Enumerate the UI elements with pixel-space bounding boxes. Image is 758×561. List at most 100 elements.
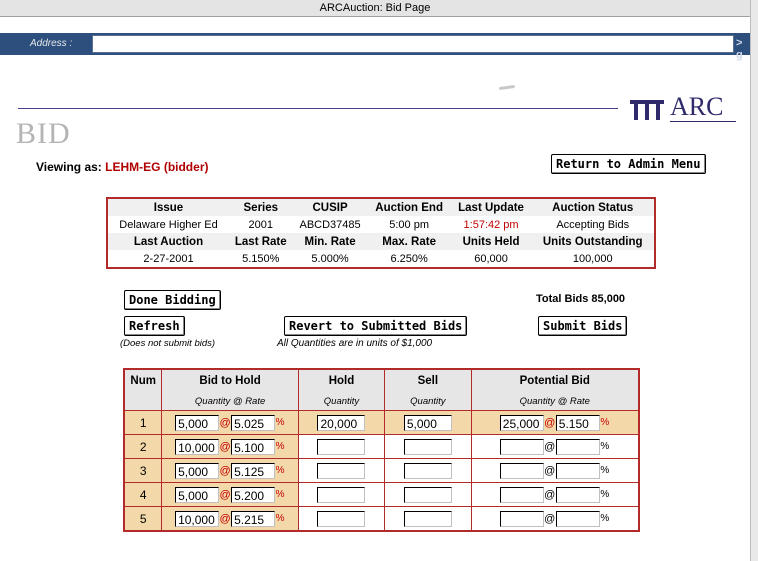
done-bidding-button[interactable]: Done Bidding	[124, 290, 221, 310]
address-input[interactable]	[92, 35, 734, 53]
viewing-user: LEHM-EG (bidder)	[105, 160, 209, 174]
hold-cell	[298, 482, 386, 507]
info-header: CUSIP	[292, 198, 368, 216]
info-header: Last Update	[450, 198, 532, 216]
potential-rate-input[interactable]	[555, 438, 600, 455]
at-sign: @	[544, 440, 556, 453]
bid-table-header: Num Bid to Hold Hold Sell Potential Bid	[124, 369, 640, 392]
at-sign: @	[544, 488, 556, 501]
bid-row: 3 5,000 @5.125% @%	[124, 458, 639, 483]
potential-rate-input[interactable]	[555, 510, 600, 527]
page-title: BID	[16, 117, 71, 150]
potential-quantity-input[interactable]	[499, 438, 544, 455]
col-num-header: Num	[124, 369, 163, 392]
hold-quantity-input[interactable]: 20,000	[317, 414, 366, 431]
hold-quantity-input[interactable]	[317, 486, 366, 503]
bid-rate-input[interactable]: 5.025	[231, 414, 276, 431]
hold-quantity-input[interactable]	[317, 462, 366, 479]
potential-rate-input[interactable]: 5.150	[555, 414, 600, 431]
potential-quantity-input[interactable]	[499, 486, 544, 503]
info-value: Accepting Bids	[531, 216, 655, 233]
info-header: Units Held	[450, 233, 532, 250]
hold-quantity-input[interactable]	[317, 510, 366, 527]
row-num: 2	[124, 434, 163, 459]
bid-quantity-input[interactable]: 10,000	[175, 438, 220, 455]
info-header-row: Last Auction Last Rate Min. Rate Max. Ra…	[107, 233, 655, 250]
header-rule	[18, 108, 618, 109]
bid-quantity-input[interactable]: 5,000	[175, 414, 220, 431]
sell-quantity-input[interactable]: 5,000	[403, 414, 452, 431]
go-button[interactable]: > g	[736, 37, 750, 61]
at-sign: @	[544, 512, 556, 525]
bid-cell: 5,000 @5.200%	[161, 482, 299, 507]
info-value: 2-27-2001	[107, 250, 230, 268]
info-header-row: Issue Series CUSIP Auction End Last Upda…	[107, 198, 655, 216]
hold-cell	[298, 434, 386, 459]
potential-rate-input[interactable]	[555, 462, 600, 479]
window-scrollbar[interactable]	[750, 0, 758, 561]
at-sign: @	[219, 488, 231, 501]
col-sell-subheader: Quantity	[384, 392, 472, 411]
col-bid-subheader: Quantity @ Rate	[161, 392, 299, 411]
potential-cell: @%	[471, 506, 639, 531]
hold-quantity-input[interactable]	[317, 438, 366, 455]
potential-quantity-input[interactable]	[499, 462, 544, 479]
viewing-label: Viewing as:	[36, 160, 102, 174]
refresh-note: (Does not submit bids)	[120, 338, 216, 349]
potential-cell: 25,000 @5.150%	[471, 410, 639, 435]
info-value-row: Delaware Higher Ed 2001 ABCD37485 5:00 p…	[107, 216, 655, 233]
potential-quantity-input[interactable]: 25,000	[499, 414, 544, 431]
info-header: Series	[229, 198, 293, 216]
bid-rate-input[interactable]: 5.125	[231, 462, 276, 479]
sell-quantity-input[interactable]	[403, 486, 452, 503]
potential-rate-input[interactable]	[555, 486, 600, 503]
hold-cell	[298, 458, 386, 483]
revert-button[interactable]: Revert to Submitted Bids	[284, 316, 468, 336]
at-sign: @	[544, 464, 556, 477]
info-header: Max. Rate	[367, 233, 451, 250]
at-sign: @	[544, 416, 556, 429]
info-value: ABCD37485	[292, 216, 368, 233]
sell-quantity-input[interactable]	[403, 510, 452, 527]
col-potential-header: Potential Bid	[471, 369, 640, 392]
bid-quantity-input[interactable]: 5,000	[175, 486, 220, 503]
bid-row: 2 10,000 @5.100% @%	[124, 434, 639, 459]
percent-sign: %	[600, 441, 610, 452]
hold-cell: 20,000	[298, 410, 386, 435]
info-header: Units Outstanding	[531, 233, 655, 250]
bid-cell: 5,000 @5.125%	[161, 458, 299, 483]
info-value: 60,000	[450, 250, 532, 268]
submit-bids-button[interactable]: Submit Bids	[538, 316, 628, 336]
potential-cell: @%	[471, 482, 639, 507]
sell-quantity-input[interactable]	[403, 462, 452, 479]
col-sell-header: Sell	[384, 369, 472, 392]
at-sign: @	[219, 512, 231, 525]
percent-sign: %	[600, 417, 610, 428]
bid-quantity-input[interactable]: 10,000	[175, 510, 220, 527]
col-num-subheader	[124, 392, 163, 411]
percent-sign: %	[275, 465, 285, 476]
sell-cell: 5,000	[384, 410, 472, 435]
col-potential-subheader: Quantity @ Rate	[471, 392, 640, 411]
sell-quantity-input[interactable]	[403, 438, 452, 455]
hold-cell	[298, 506, 386, 531]
return-to-admin-button[interactable]: Return to Admin Menu	[551, 154, 706, 174]
info-value: Delaware Higher Ed	[107, 216, 230, 233]
row-num: 5	[124, 506, 163, 531]
bid-rate-input[interactable]: 5.100	[231, 438, 276, 455]
percent-sign: %	[600, 489, 610, 500]
bid-quantity-input[interactable]: 5,000	[175, 462, 220, 479]
percent-sign: %	[275, 441, 285, 452]
col-hold-header: Hold	[298, 369, 386, 392]
potential-quantity-input[interactable]	[499, 510, 544, 527]
potential-cell: @%	[471, 458, 639, 483]
bid-cell: 10,000 @5.100%	[161, 434, 299, 459]
bid-rate-input[interactable]: 5.200	[231, 486, 276, 503]
info-value: 5.000%	[292, 250, 368, 268]
refresh-button[interactable]: Refresh	[124, 316, 185, 336]
col-hold-subheader: Quantity	[298, 392, 386, 411]
bid-rate-input[interactable]: 5.215	[231, 510, 276, 527]
info-header: Last Rate	[229, 233, 293, 250]
percent-sign: %	[600, 513, 610, 524]
auction-info-table: Issue Series CUSIP Auction End Last Upda…	[106, 197, 656, 269]
